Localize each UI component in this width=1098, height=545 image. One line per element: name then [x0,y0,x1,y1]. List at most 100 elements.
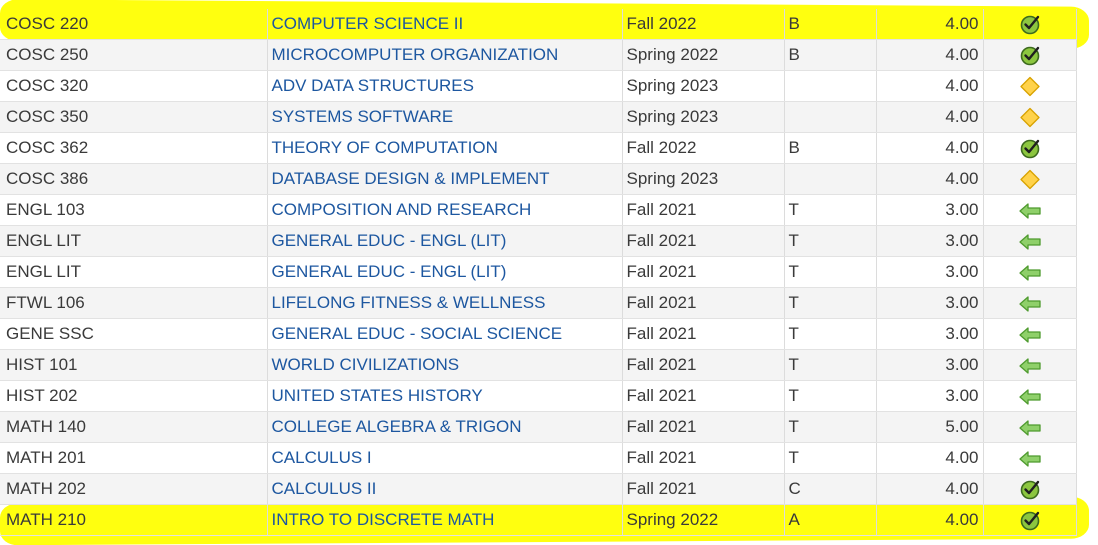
course-code: ENGL LIT [0,256,267,288]
course-term: Spring 2023 [621,163,784,195]
course-term: Spring 2022 [621,39,784,71]
course-credits: 3.00 [875,194,983,226]
course-term: Fall 2022 [621,132,784,164]
course-credits: 3.00 [875,349,983,381]
course-term: Fall 2021 [621,318,784,350]
course-status [982,473,1077,505]
course-title-link[interactable]: MICROCOMPUTER ORGANIZATION [266,39,622,71]
diamond-icon [1019,106,1041,128]
course-term: Fall 2021 [621,256,784,288]
course-title-link[interactable]: COLLEGE ALGEBRA & TRIGON [266,411,622,443]
table-row: GENE SSC GENERAL EDUC - SOCIAL SCIENCE F… [0,318,1077,350]
course-code: ENGL LIT [0,225,267,257]
course-status [982,101,1077,133]
course-code: MATH 201 [0,442,267,474]
arrow-left-icon [1018,326,1042,344]
course-title-link[interactable]: DATABASE DESIGN & IMPLEMENT [266,163,622,195]
course-grade: T [783,287,876,319]
course-grade: T [783,318,876,350]
course-code: MATH 140 [0,411,267,443]
course-grade: B [783,39,876,71]
course-title-link[interactable]: ADV DATA STRUCTURES [266,70,622,102]
course-title-link[interactable]: CALCULUS I [266,442,622,474]
arrow-left-icon [1018,264,1042,282]
course-term: Fall 2021 [621,287,784,319]
course-status [982,442,1077,474]
table-row: MATH 210 INTRO TO DISCRETE MATH Spring 2… [0,504,1077,536]
course-status [982,287,1077,319]
course-term: Fall 2021 [621,411,784,443]
course-code: HIST 101 [0,349,267,381]
table-row: MATH 201 CALCULUS I Fall 2021 T 4.00 [0,442,1077,474]
course-code: COSC 362 [0,132,267,164]
course-status [982,225,1077,257]
course-code: HIST 202 [0,380,267,412]
table-row: MATH 202 CALCULUS II Fall 2021 C 4.00 [0,473,1077,505]
table-row: COSC 220 COMPUTER SCIENCE II Fall 2022 B… [0,9,1077,40]
course-title-link[interactable]: COMPUTER SCIENCE II [266,9,622,40]
course-credits: 4.00 [875,473,983,505]
course-code: COSC 220 [0,9,267,40]
course-credits: 4.00 [875,39,983,71]
course-title-link[interactable]: LIFELONG FITNESS & WELLNESS [266,287,622,319]
course-credits: 4.00 [875,163,983,195]
course-status [982,39,1077,71]
check-icon [1019,13,1041,35]
course-history-table: COSC 220 COMPUTER SCIENCE II Fall 2022 B… [0,9,1077,536]
course-status [982,504,1077,536]
course-status [982,163,1077,195]
check-icon [1019,478,1041,500]
course-status [982,318,1077,350]
course-grade: B [783,132,876,164]
course-credits: 4.00 [875,101,983,133]
course-title-link[interactable]: SYSTEMS SOFTWARE [266,101,622,133]
course-status [982,256,1077,288]
course-status [982,349,1077,381]
course-code: COSC 386 [0,163,267,195]
arrow-left-icon [1018,388,1042,406]
table-row: ENGL LIT GENERAL EDUC - ENGL (LIT) Fall … [0,256,1077,288]
diamond-icon [1019,168,1041,190]
course-credits: 4.00 [875,132,983,164]
course-code: COSC 320 [0,70,267,102]
table-row: HIST 101 WORLD CIVILIZATIONS Fall 2021 T… [0,349,1077,381]
course-title-link[interactable]: COMPOSITION AND RESEARCH [266,194,622,226]
table-row: COSC 362 THEORY OF COMPUTATION Fall 2022… [0,132,1077,164]
course-title-link[interactable]: THEORY OF COMPUTATION [266,132,622,164]
diamond-icon [1019,75,1041,97]
table-row: FTWL 106 LIFELONG FITNESS & WELLNESS Fal… [0,287,1077,319]
course-title-link[interactable]: GENERAL EDUC - ENGL (LIT) [266,256,622,288]
course-term: Fall 2021 [621,442,784,474]
course-term: Spring 2023 [621,70,784,102]
arrow-left-icon [1018,450,1042,468]
course-grade: T [783,442,876,474]
course-grade: T [783,349,876,381]
course-grade: B [783,9,876,40]
course-title-link[interactable]: WORLD CIVILIZATIONS [266,349,622,381]
course-code: MATH 210 [0,504,267,536]
course-term: Fall 2022 [621,9,784,40]
course-grade: T [783,225,876,257]
course-term: Fall 2021 [621,194,784,226]
course-title-link[interactable]: INTRO TO DISCRETE MATH [266,504,622,536]
course-title-link[interactable]: GENERAL EDUC - ENGL (LIT) [266,225,622,257]
course-title-link[interactable]: CALCULUS II [266,473,622,505]
course-credits: 3.00 [875,380,983,412]
course-grade [783,101,876,133]
course-status [982,70,1077,102]
course-term: Fall 2021 [621,473,784,505]
course-credits: 4.00 [875,9,983,40]
course-status [982,132,1077,164]
table-row: COSC 386 DATABASE DESIGN & IMPLEMENT Spr… [0,163,1077,195]
course-credits: 3.00 [875,318,983,350]
arrow-left-icon [1018,295,1042,313]
table-row: MATH 140 COLLEGE ALGEBRA & TRIGON Fall 2… [0,411,1077,443]
course-title-link[interactable]: UNITED STATES HISTORY [266,380,622,412]
course-term: Fall 2021 [621,349,784,381]
check-icon [1019,509,1041,531]
table-row: ENGL LIT GENERAL EDUC - ENGL (LIT) Fall … [0,225,1077,257]
course-title-link[interactable]: GENERAL EDUC - SOCIAL SCIENCE [266,318,622,350]
course-grade: C [783,473,876,505]
course-term: Spring 2022 [621,504,784,536]
table-row: ENGL 103 COMPOSITION AND RESEARCH Fall 2… [0,194,1077,226]
